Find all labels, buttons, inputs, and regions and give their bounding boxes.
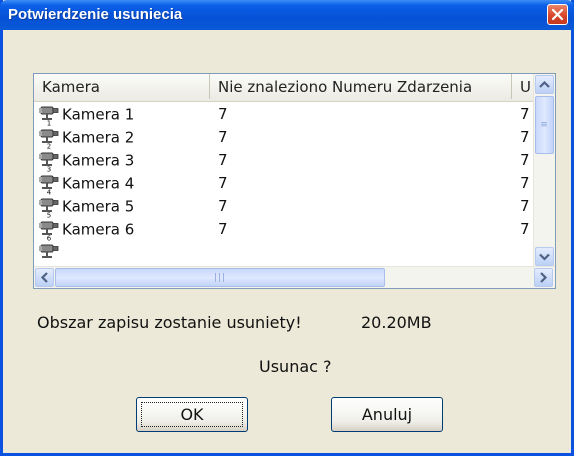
u-cell: 7: [520, 151, 530, 169]
scroll-down-button[interactable]: [535, 247, 554, 266]
column-header-not-found[interactable]: Nie znaleziono Numeru Zdarzenia: [210, 74, 512, 99]
table-row[interactable]: 2 Kamera 2 7 7: [34, 125, 534, 149]
not-found-cell: 7: [218, 197, 228, 215]
delete-warning-text: Obszar zapisu zostanie usuniety!: [37, 313, 302, 332]
horizontal-scrollbar[interactable]: |||: [34, 266, 555, 288]
delete-confirmation-dialog: Potwierdzenie usuniecia Kamera Nie znale…: [0, 0, 574, 456]
not-found-cell: 7: [218, 105, 228, 123]
u-cell: 7: [520, 128, 530, 146]
table-row[interactable]: 1 Kamera 1 7 7: [34, 102, 534, 126]
camera-cell: 2 Kamera 2: [38, 125, 210, 149]
camera-icon: 2: [39, 129, 59, 149]
camera-name: Kamera 1: [62, 105, 135, 124]
vertical-scrollbar[interactable]: ≡: [533, 74, 555, 267]
camera-cell: 5 Kamera 5: [38, 194, 210, 218]
camera-icon: 4: [39, 175, 59, 195]
list-header: Kamera Nie znaleziono Numeru Zdarzenia U: [34, 74, 555, 102]
scroll-up-button[interactable]: [535, 75, 554, 94]
u-cell: 7: [520, 174, 530, 192]
chevron-up-icon: [539, 80, 550, 88]
camera-name: Kamera 5: [62, 197, 135, 216]
camera-name: Kamera 2: [62, 128, 135, 147]
camera-icon: 5: [39, 198, 59, 218]
table-row[interactable]: 4 Kamera 4 7 7: [34, 171, 534, 195]
u-cell: 7: [520, 197, 530, 215]
dialog-title: Potwierdzenie usuniecia: [8, 6, 183, 23]
camera-cell: 1 Kamera 1: [38, 102, 210, 126]
chevron-left-icon: [40, 272, 48, 283]
not-found-cell: 7: [218, 151, 228, 169]
close-x-icon: [551, 8, 564, 21]
table-row[interactable]: 5 Kamera 5 7 7: [34, 194, 534, 218]
table-row[interactable]: 3 Kamera 3 7 7: [34, 148, 534, 172]
u-cell: 7: [520, 220, 530, 238]
not-found-cell: 7: [218, 220, 228, 238]
table-row[interactable]: 6 Kamera 6 7 7: [34, 217, 534, 241]
camera-cell: 3 Kamera 3: [38, 148, 210, 172]
not-found-cell: 7: [218, 174, 228, 192]
focus-rectangle: [141, 402, 243, 427]
chevron-down-icon: [539, 253, 550, 261]
camera-icon: 6: [39, 221, 59, 241]
vertical-scroll-thumb[interactable]: ≡: [535, 96, 554, 154]
storage-size-value: 20.20MB: [361, 313, 432, 332]
horizontal-scroll-thumb[interactable]: |||: [55, 268, 385, 287]
u-cell: 7: [520, 105, 530, 123]
camera-name: Kamera 3: [62, 151, 135, 170]
camera-icon: 1: [39, 106, 59, 126]
camera-cell: 6 Kamera 6: [38, 217, 210, 241]
ok-button[interactable]: OK: [136, 397, 248, 432]
camera-icon: [39, 244, 59, 258]
confirm-question: Usunac ?: [259, 357, 332, 376]
title-bar[interactable]: Potwierdzenie usuniecia: [0, 0, 574, 30]
column-header-camera[interactable]: Kamera: [34, 74, 210, 99]
column-header-u[interactable]: U: [512, 74, 534, 99]
not-found-cell: 7: [218, 128, 228, 146]
cancel-button-label: Anuluj: [361, 405, 413, 424]
camera-list[interactable]: Kamera Nie znaleziono Numeru Zdarzenia U…: [33, 73, 556, 289]
chevron-right-icon: [540, 272, 548, 283]
camera-name: Kamera 6: [62, 220, 135, 239]
close-button[interactable]: [547, 4, 568, 25]
table-row-partial[interactable]: [34, 240, 534, 263]
cancel-button[interactable]: Anuluj: [331, 397, 443, 432]
scroll-right-button[interactable]: [534, 268, 553, 287]
camera-cell: 4 Kamera 4: [38, 171, 210, 195]
camera-cell: [38, 240, 210, 263]
scroll-left-button[interactable]: [35, 268, 54, 287]
camera-icon: 3: [39, 152, 59, 172]
camera-name: Kamera 4: [62, 174, 135, 193]
